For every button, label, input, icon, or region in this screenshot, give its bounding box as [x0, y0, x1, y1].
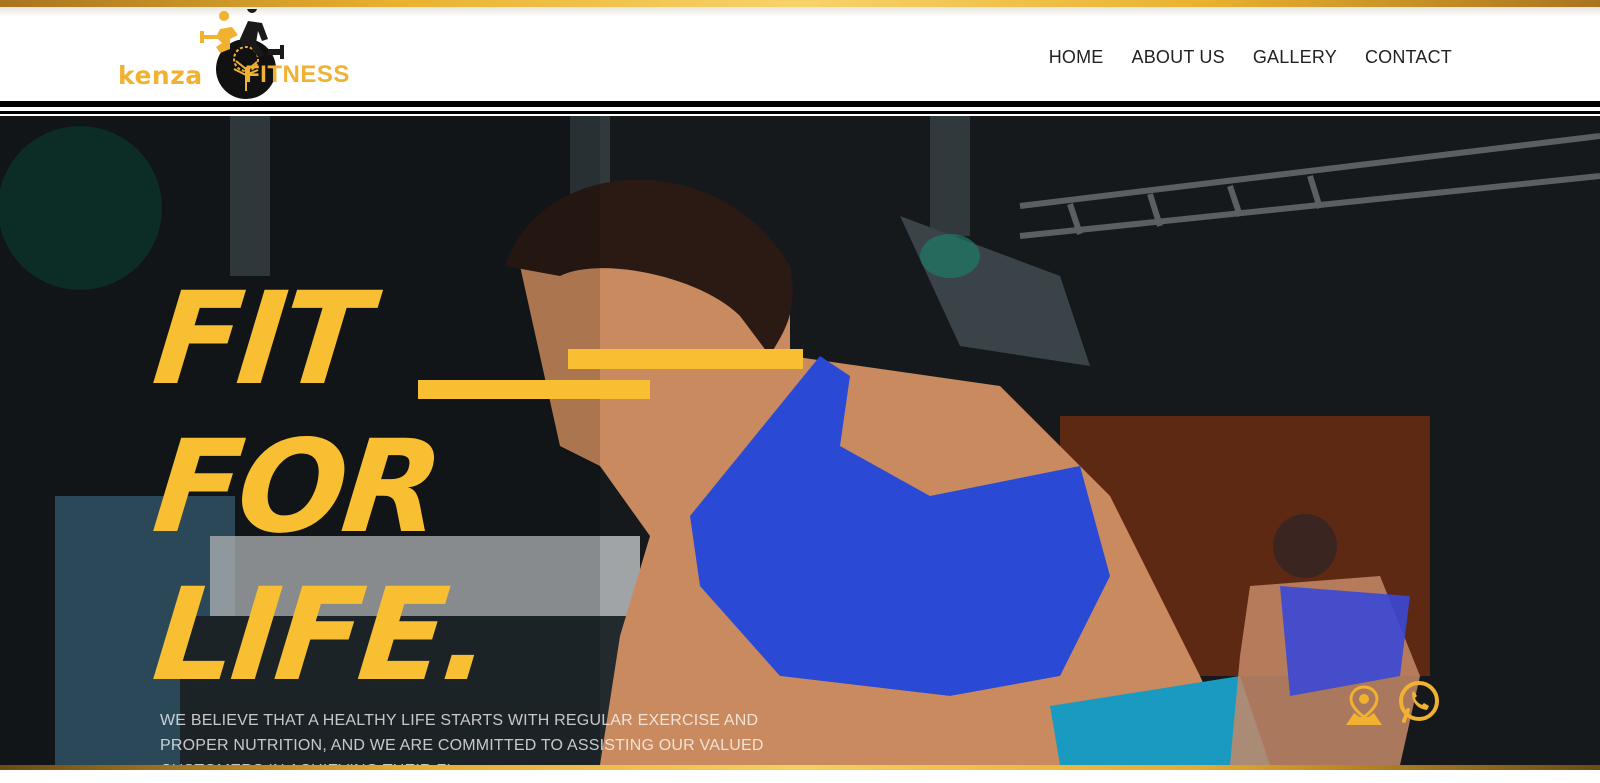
bottom-gold-strip — [0, 765, 1600, 770]
headline-line-2: FOR — [147, 413, 446, 562]
nav-contact[interactable]: CONTACT — [1365, 47, 1452, 68]
top-gold-strip — [0, 0, 1600, 7]
header-divider-thick — [0, 101, 1600, 107]
map-pin-icon[interactable] — [1342, 683, 1386, 732]
brand-name-right: FITNESS — [245, 61, 350, 88]
main-nav: HOME ABOUT US GALLERY CONTACT — [1049, 47, 1452, 68]
nav-about-us[interactable]: ABOUT US — [1132, 47, 1225, 68]
nav-home[interactable]: HOME — [1049, 47, 1104, 68]
headline-line-3: LIFE. — [147, 561, 496, 710]
brand-logo[interactable]: kenza FITNESS — [112, 9, 387, 101]
hero-description: WE BELIEVE THAT A HEALTHY LIFE STARTS WI… — [160, 712, 764, 779]
site-header: kenza FITNESS HOME ABOUT US GALLERY CONT… — [0, 7, 1600, 102]
brand-name-left: kenza — [118, 61, 203, 90]
nav-gallery[interactable]: GALLERY — [1253, 47, 1337, 68]
header-divider-thin — [0, 111, 1600, 114]
hero-headline: FIT FOR LIFE. — [147, 265, 495, 710]
whatsapp-icon[interactable] — [1396, 679, 1442, 730]
hero-banner: FIT FOR LIFE. — [0, 116, 1600, 765]
headline-accent-stroke-top — [568, 349, 803, 369]
headline-accent-stroke-bottom — [418, 380, 650, 399]
